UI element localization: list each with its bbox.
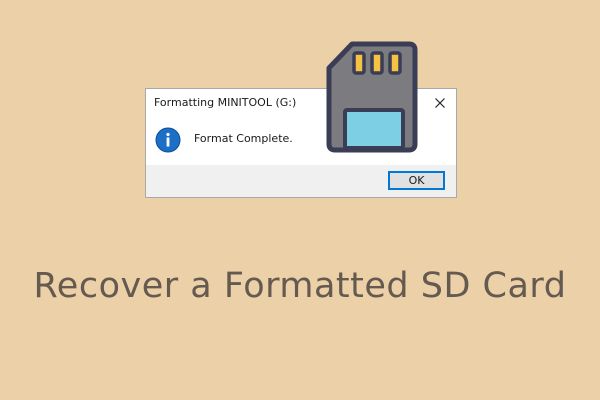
dialog-message: Format Complete. [194,132,293,145]
sd-card-icon [326,41,418,153]
dialog-footer: OK [146,165,456,197]
dialog-title: Formatting MINITOOL (G:) [154,96,297,109]
page-headline: Recover a Formatted SD Card [33,266,567,306]
close-icon [435,98,445,108]
close-button[interactable] [430,93,450,113]
ok-button[interactable]: OK [388,171,445,190]
info-icon [155,127,181,153]
